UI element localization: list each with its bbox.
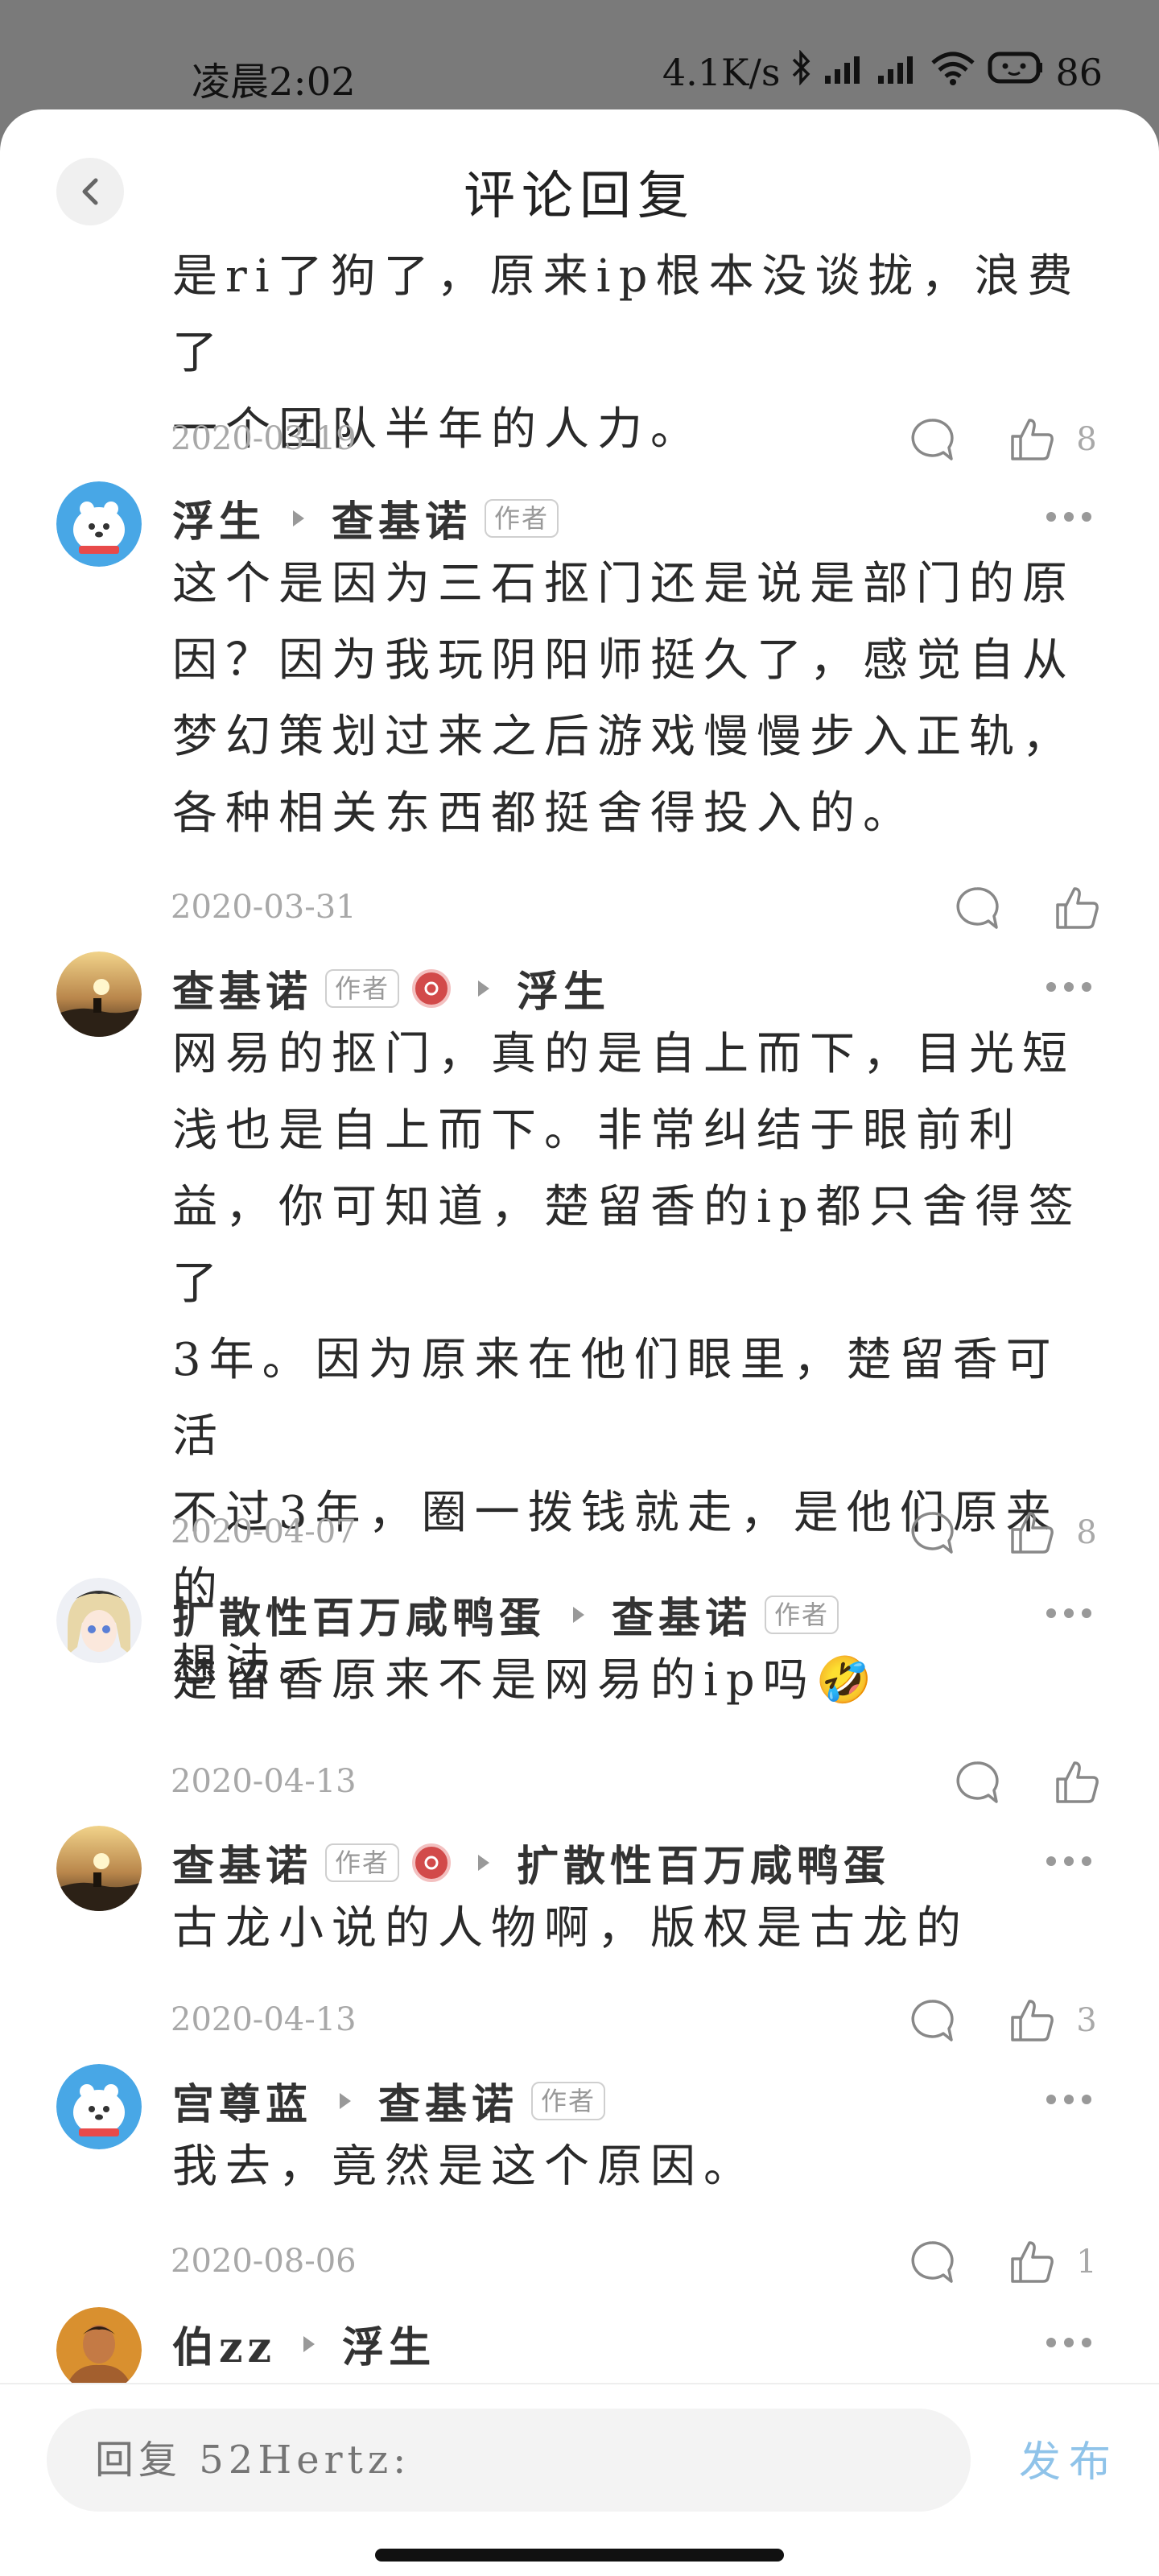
- more-options-icon[interactable]: [1046, 512, 1091, 522]
- reply-header: 扩散性百万咸鸭蛋 查基诺 作者: [172, 1584, 839, 1645]
- reply-target[interactable]: 浮生: [342, 2314, 435, 2374]
- wifi-icon: [930, 50, 976, 94]
- reply-bubble-icon[interactable]: [906, 414, 958, 465]
- reply-arrow-icon: [303, 2335, 316, 2352]
- comment-date: 2020-08-06: [171, 2243, 357, 2280]
- reply-bubble-icon[interactable]: [906, 2236, 958, 2288]
- comment-actions: 8: [906, 414, 1103, 465]
- reply-arrow-icon: [478, 1854, 490, 1871]
- avatar[interactable]: [56, 2064, 142, 2149]
- reply-bubble-icon[interactable]: [951, 1757, 1003, 1808]
- reply-target[interactable]: 查基诺: [378, 2070, 518, 2131]
- author-tag: 作者: [531, 2081, 606, 2120]
- comment-text: 这个是因为三石抠门还是说是部门的原 因？因为我玩阴阳师挺久了，感觉自从 梦幻策划…: [172, 558, 1075, 840]
- avatar[interactable]: [56, 481, 142, 567]
- username[interactable]: 浮生: [172, 488, 266, 548]
- publish-button[interactable]: 发布: [1019, 2428, 1119, 2488]
- comment-date: 2020-03-19: [171, 420, 357, 457]
- comment-date: 2020-04-13: [171, 2001, 357, 2038]
- reply-bubble-icon[interactable]: [951, 882, 1003, 934]
- more-options-icon[interactable]: [1046, 2338, 1091, 2347]
- username[interactable]: 扩散性百万咸鸭蛋: [172, 1584, 546, 1645]
- reply-header: 伯zz 浮生: [172, 2314, 435, 2374]
- signal-icon: [823, 51, 865, 94]
- reply-input[interactable]: [47, 2409, 971, 2512]
- avatar[interactable]: [56, 1826, 142, 1911]
- author-tag: 作者: [325, 968, 400, 1008]
- reply-header: 宫尊蓝 查基诺 作者: [172, 2070, 606, 2131]
- avatar[interactable]: [56, 1578, 142, 1663]
- medal-icon: [412, 1843, 452, 1882]
- thumbs-up-icon[interactable]: [1006, 1995, 1058, 2046]
- reply-bubble-icon[interactable]: [906, 1995, 958, 2046]
- reply-target[interactable]: 查基诺: [332, 488, 472, 548]
- battery-saver-icon: [988, 50, 1044, 94]
- reply-arrow-icon: [478, 980, 490, 997]
- thumbs-up-icon[interactable]: [1006, 1507, 1058, 1558]
- network-speed: 4.1K/s: [662, 50, 781, 94]
- home-indicator[interactable]: [375, 2549, 784, 2562]
- avatar[interactable]: [56, 952, 142, 1037]
- author-tag: 作者: [485, 498, 559, 538]
- comment-date: 2020-04-13: [171, 1763, 357, 1800]
- like-count: 3: [1076, 2002, 1097, 2039]
- page-title: 评论回复: [464, 167, 695, 226]
- author-tag: 作者: [325, 1843, 400, 1882]
- username[interactable]: 查基诺: [172, 958, 312, 1018]
- username[interactable]: 查基诺: [172, 1832, 312, 1893]
- like-count: 8: [1076, 421, 1097, 458]
- comment-actions: 8: [906, 1507, 1103, 1558]
- author-tag: 作者: [765, 1595, 839, 1634]
- comment-date: 2020-03-31: [171, 889, 357, 926]
- reply-arrow-icon: [340, 2092, 352, 2109]
- username[interactable]: 伯zz: [172, 2314, 276, 2374]
- thumbs-up-icon[interactable]: [1051, 882, 1103, 934]
- status-bar: 凌晨2:02 4.1K/s 86: [0, 0, 1159, 109]
- more-options-icon[interactable]: [1046, 982, 1091, 992]
- avatar[interactable]: [56, 2307, 142, 2392]
- signal-icon-2: [876, 51, 918, 94]
- reply-compose-bar: 发布: [0, 2383, 1159, 2576]
- comment-actions: [951, 882, 1103, 934]
- reply-target[interactable]: 浮生: [517, 958, 610, 1018]
- more-options-icon[interactable]: [1046, 1608, 1091, 1618]
- thumbs-up-icon[interactable]: [1006, 414, 1058, 465]
- reply-arrow-icon: [573, 1606, 585, 1623]
- more-options-icon[interactable]: [1046, 2095, 1091, 2104]
- bluetooth-icon: [791, 49, 812, 94]
- reply-target[interactable]: 扩散性百万咸鸭蛋: [517, 1832, 890, 1893]
- comment-text: 我去，竟然是这个原因。: [172, 2140, 757, 2193]
- reply-arrow-icon: [293, 510, 305, 526]
- reply-header: 浮生 查基诺 作者: [172, 488, 559, 548]
- comment-text: 楚留香原来不是网易的ip吗🤣: [172, 1654, 881, 1707]
- reply-header: 查基诺 作者 浮生: [172, 958, 610, 1018]
- comment-actions: 1: [906, 2236, 1103, 2288]
- reply-header: 查基诺 作者 扩散性百万咸鸭蛋: [172, 1832, 890, 1893]
- status-icons: 4.1K/s 86: [662, 49, 1103, 94]
- like-count: 1: [1076, 2244, 1097, 2281]
- comment-actions: [951, 1757, 1103, 1808]
- more-options-icon[interactable]: [1046, 1856, 1091, 1866]
- comment-text: 古龙小说的人物啊，版权是古龙的: [172, 1902, 969, 1955]
- status-time: 凌晨2:02: [192, 60, 356, 105]
- comment-reply-sheet: 评论回复 是ri了狗了，原来ip根本没谈拢，浪费了 一个团队半年的人力。 202…: [0, 109, 1159, 2576]
- username[interactable]: 宫尊蓝: [172, 2070, 312, 2131]
- thumbs-up-icon[interactable]: [1006, 2236, 1058, 2288]
- thumbs-up-icon[interactable]: [1051, 1757, 1103, 1808]
- like-count: 8: [1076, 1514, 1097, 1551]
- comment-date: 2020-04-07: [171, 1513, 357, 1550]
- comment-actions: 3: [906, 1995, 1103, 2046]
- reply-bubble-icon[interactable]: [906, 1507, 958, 1558]
- reply-target[interactable]: 查基诺: [612, 1584, 752, 1645]
- medal-icon: [412, 968, 452, 1008]
- battery-level: 86: [1055, 50, 1103, 94]
